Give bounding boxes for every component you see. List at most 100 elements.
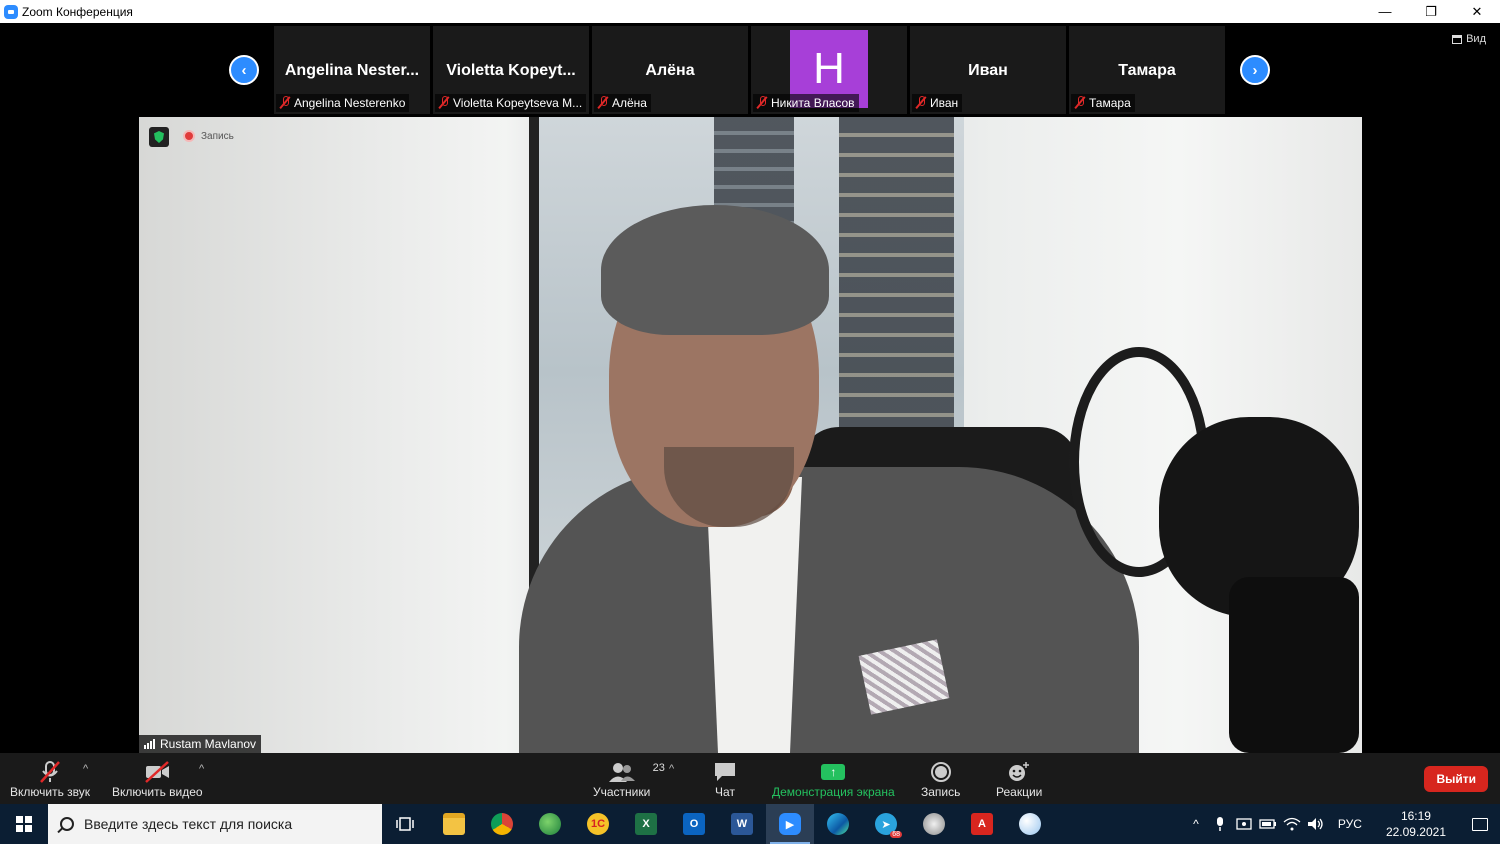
tray-drive-svg [1236,818,1252,830]
participant-label-text: Никита Власов [771,96,855,110]
acrobat-app[interactable]: A [958,804,1006,844]
close-button[interactable]: ✕ [1454,0,1500,23]
participant-label-text: Иван [930,96,959,110]
chat-button[interactable]: Чат [713,759,737,799]
clock-time: 16:19 [1400,809,1431,823]
word-app[interactable]: W [718,804,766,844]
active-speaker-video[interactable]: Запись [139,117,1362,753]
leave-meeting-button[interactable]: Выйти [1424,766,1488,792]
reactions-button[interactable]: Реакции [996,759,1042,799]
muted-mic-icon [598,96,608,109]
paint-app[interactable] [1006,804,1054,844]
prev-page-button[interactable]: ‹ [229,55,259,85]
participant-tile[interactable]: H Никита Власов [751,26,907,114]
recording-indicator[interactable]: Запись [183,130,234,142]
globe-app[interactable] [526,804,574,844]
participants-icon: 23 [608,759,665,785]
participant-tile[interactable]: Angelina Nester... Angelina Nesterenko [274,26,430,114]
muted-mic-svg [40,761,60,783]
participant-label-text: Angelina Nesterenko [294,96,406,110]
unmute-button[interactable]: Включить звук [10,759,90,799]
participant-tile[interactable]: Иван Иван [910,26,1066,114]
windows-taskbar: Введите здесь текст для поиска 1С X O W … [0,804,1500,844]
minimize-button[interactable]: — [1362,0,1408,23]
zoom-window: Zoom Конференция — ❐ ✕ Вид ‹ Angelina Ne… [0,0,1500,844]
taskbar-search[interactable]: Введите здесь текст для поиска [48,804,382,844]
volume-icon[interactable] [1304,804,1328,844]
outlook-app[interactable]: O [670,804,718,844]
folder-icon [443,813,465,835]
clock-date: 22.09.2021 [1385,825,1446,839]
wifi-icon[interactable] [1280,804,1304,844]
record-label: Запись [921,785,961,799]
microphone-icon[interactable] [1208,804,1232,844]
next-page-button[interactable]: › [1240,55,1270,85]
view-button[interactable]: Вид [1452,33,1486,45]
participant-tile[interactable]: Violetta Kopeyt... Violetta Kopeytseva M… [433,26,589,114]
chat-label: Чат [715,785,735,799]
notification-center-button[interactable] [1460,804,1500,844]
start-button[interactable] [0,804,48,844]
start-video-label: Включить видео [112,785,203,799]
participant-label: Angelina Nesterenko [276,94,410,112]
record-button[interactable]: Запись [921,759,960,799]
participant-display-name: Violetta Kopeyt... [446,62,576,79]
security-shield-icon[interactable] [149,127,169,147]
title-bar: Zoom Конференция — ❐ ✕ [0,0,1500,23]
logo-square [16,825,23,832]
taskbar-clock[interactable]: 16:19 22.09.2021 [1372,808,1460,840]
share-screen-button[interactable]: ↑ Демонстрация экрана [772,759,895,799]
globe-icon [539,813,561,835]
signal-bar [153,739,155,749]
muted-mic-icon [916,96,926,109]
video-options-caret[interactable]: ^ [199,763,204,775]
pinned-apps: 1С X O W ▶ ➤ 68 A [382,804,1054,844]
muted-mic-icon [439,96,449,109]
audio-options-caret[interactable]: ^ [83,763,88,775]
unmute-label: Включить звук [10,785,91,799]
share-screen-icon: ↑ [821,759,846,785]
start-video-button[interactable]: Включить видео [112,759,203,799]
maximize-button[interactable]: ❐ [1408,0,1454,23]
file-explorer-app[interactable] [430,804,478,844]
network-drive-icon[interactable] [1232,804,1256,844]
snipping-app[interactable] [910,804,958,844]
zoom-app-icon [4,4,18,19]
telegram-app[interactable]: ➤ 68 [862,804,910,844]
excel-app[interactable]: X [622,804,670,844]
chrome-app[interactable] [478,804,526,844]
task-view-button[interactable] [382,804,430,844]
reactions-label: Реакции [996,785,1043,799]
participant-tile[interactable]: Алёна Алёна [592,26,748,114]
signal-bar [150,741,152,749]
participant-label: Алёна [594,94,651,112]
record-dot-icon [183,130,195,142]
recording-label: Запись [201,130,234,142]
search-placeholder: Введите здесь текст для поиска [84,816,293,832]
edge-icon [827,813,849,835]
signal-bar [144,745,146,749]
onec-app[interactable]: 1С [574,804,622,844]
tray-wifi-svg [1283,817,1301,831]
edge-app[interactable] [814,804,862,844]
participant-label-text: Алёна [612,96,647,110]
participant-label: Тамара [1071,94,1135,112]
muted-mic-icon [37,759,63,785]
participant-label-text: Тамара [1089,96,1131,110]
input-language[interactable]: РУС [1328,817,1372,831]
outlook-icon: O [683,813,705,835]
participant-display-name: Иван [968,62,1008,79]
participant-display-name: Angelina Nester... [284,62,420,79]
participants-svg [608,763,635,782]
excel-icon: X [635,813,657,835]
chevron-up-icon[interactable]: ^ [1184,804,1208,844]
participants-button[interactable]: 23 Участники [593,759,665,799]
share-arrow-icon: ↑ [821,764,846,780]
participant-label: Иван [912,94,963,112]
notification-icon [1472,817,1488,831]
zoom-app[interactable]: ▶ [766,804,814,844]
participants-options-caret[interactable]: ^ [669,763,674,775]
participant-tile[interactable]: Тамара Тамара [1069,26,1225,114]
logo-square [16,816,23,823]
battery-icon[interactable] [1256,804,1280,844]
